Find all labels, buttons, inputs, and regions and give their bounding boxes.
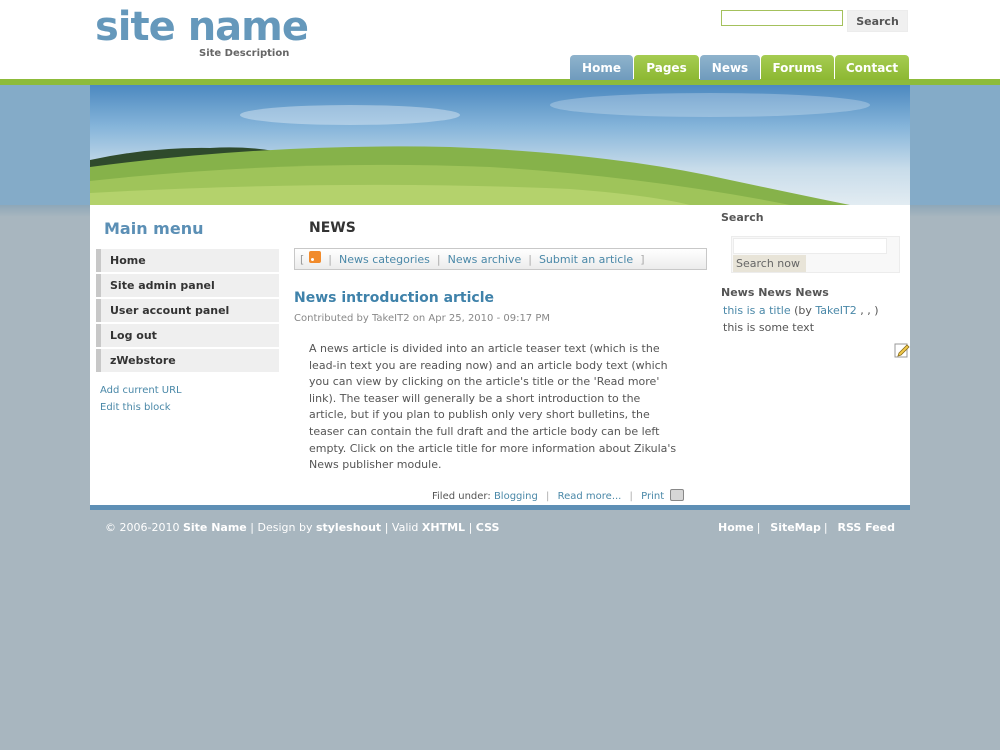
site-name-logo[interactable]: site name	[95, 4, 309, 50]
menu-item-zwebstore[interactable]: zWebstore	[96, 349, 279, 372]
footer-credits: © 2006-2010 Site Name | Design by styles…	[105, 521, 499, 534]
nav-tab-contact[interactable]: Contact	[835, 55, 909, 80]
category-link[interactable]: Blogging	[494, 491, 538, 502]
news-item-title-link[interactable]: this is a title	[723, 304, 791, 317]
search-now-button[interactable]: Search now	[733, 255, 806, 272]
hero-landscape-image	[90, 85, 910, 205]
section-title: NEWS	[309, 220, 356, 236]
news-item-by-suffix: , , )	[860, 304, 879, 317]
site-description: Site Description	[199, 48, 290, 59]
nav-tab-home[interactable]: Home	[570, 55, 633, 80]
print-link[interactable]: Print	[641, 491, 664, 502]
footer-separator: |	[629, 491, 633, 502]
toolbar-separator: |	[328, 252, 333, 266]
footer-link-rss-feed[interactable]: RSS Feed	[837, 521, 895, 534]
designer-link[interactable]: styleshout	[316, 521, 381, 534]
valid-text: Valid	[391, 521, 419, 534]
submit-article-link[interactable]: Submit an article	[539, 253, 633, 266]
hero-landscape-illustration	[90, 93, 870, 205]
rss-icon[interactable]	[309, 251, 322, 263]
printer-icon[interactable]	[670, 489, 685, 501]
news-toolbar: [ | News categories | News archive | Sub…	[294, 248, 707, 270]
copyright-text: © 2006-2010	[105, 521, 180, 534]
nav-tab-forums[interactable]: Forums	[761, 55, 834, 80]
footer-separator: |	[546, 491, 550, 502]
footer-separator: |	[756, 521, 761, 534]
news-block-title: News News News	[721, 286, 829, 299]
toolbar-separator: |	[528, 252, 532, 266]
sidebar-search-title: Search	[721, 211, 764, 224]
footer-separator: |	[250, 521, 254, 534]
footer-link-home[interactable]: Home	[718, 521, 754, 534]
article-teaser-text: A news article is divided into an articl…	[309, 342, 677, 472]
toolbar-close-bracket: ]	[640, 252, 645, 266]
footer-separator: |	[384, 521, 389, 534]
design-by-text: Design by	[257, 521, 313, 534]
main-menu-title: Main menu	[104, 219, 204, 238]
xhtml-link[interactable]: XHTML	[422, 521, 465, 534]
css-link[interactable]: CSS	[476, 521, 500, 534]
news-block-item: this is a title (by TakeIT2 , , )	[723, 304, 879, 317]
sidebar-search-input[interactable]	[733, 238, 887, 254]
main-nav: Home Pages News Forums Contact	[570, 55, 909, 80]
news-item-by-prefix: (by	[794, 304, 812, 317]
menu-item-home[interactable]: Home	[96, 249, 279, 272]
news-categories-link[interactable]: News categories	[339, 253, 430, 266]
article-meta: Contributed by TakeIT2 on Apr 25, 2010 -…	[294, 313, 551, 324]
news-item-text: this is some text	[723, 321, 815, 334]
toolbar-separator: |	[436, 252, 441, 266]
content-bottom-border	[90, 505, 910, 510]
edit-block-link[interactable]: Edit this block	[100, 402, 171, 413]
nav-tab-news[interactable]: News	[700, 55, 760, 80]
add-current-url-link[interactable]: Add current URL	[100, 385, 182, 396]
news-item-author-link[interactable]: TakeIT2	[815, 304, 856, 317]
edit-pencil-icon[interactable]	[894, 342, 910, 358]
footer-links: Home | SiteMap | RSS Feed	[718, 521, 895, 534]
read-more-link[interactable]: Read more...	[558, 491, 622, 502]
toolbar-open-bracket: [	[300, 252, 305, 266]
menu-item-site-admin-panel[interactable]: Site admin panel	[96, 274, 279, 297]
filed-under-label: Filed under:	[432, 491, 491, 502]
nav-tab-pages[interactable]: Pages	[634, 55, 699, 80]
footer-separator: |	[468, 521, 473, 534]
menu-item-log-out[interactable]: Log out	[96, 324, 279, 347]
header-search-button[interactable]: Search	[847, 10, 908, 32]
footer-link-sitemap[interactable]: SiteMap	[770, 521, 821, 534]
header-search-input[interactable]	[721, 10, 843, 26]
menu-item-user-account-panel[interactable]: User account panel	[96, 299, 279, 322]
footer-site-name[interactable]: Site Name	[183, 521, 247, 534]
footer-separator: |	[823, 521, 828, 534]
article-footer: Filed under: Blogging | Read more... | P…	[432, 489, 685, 502]
news-archive-link[interactable]: News archive	[448, 253, 522, 266]
article-title-link[interactable]: News introduction article	[294, 290, 494, 306]
